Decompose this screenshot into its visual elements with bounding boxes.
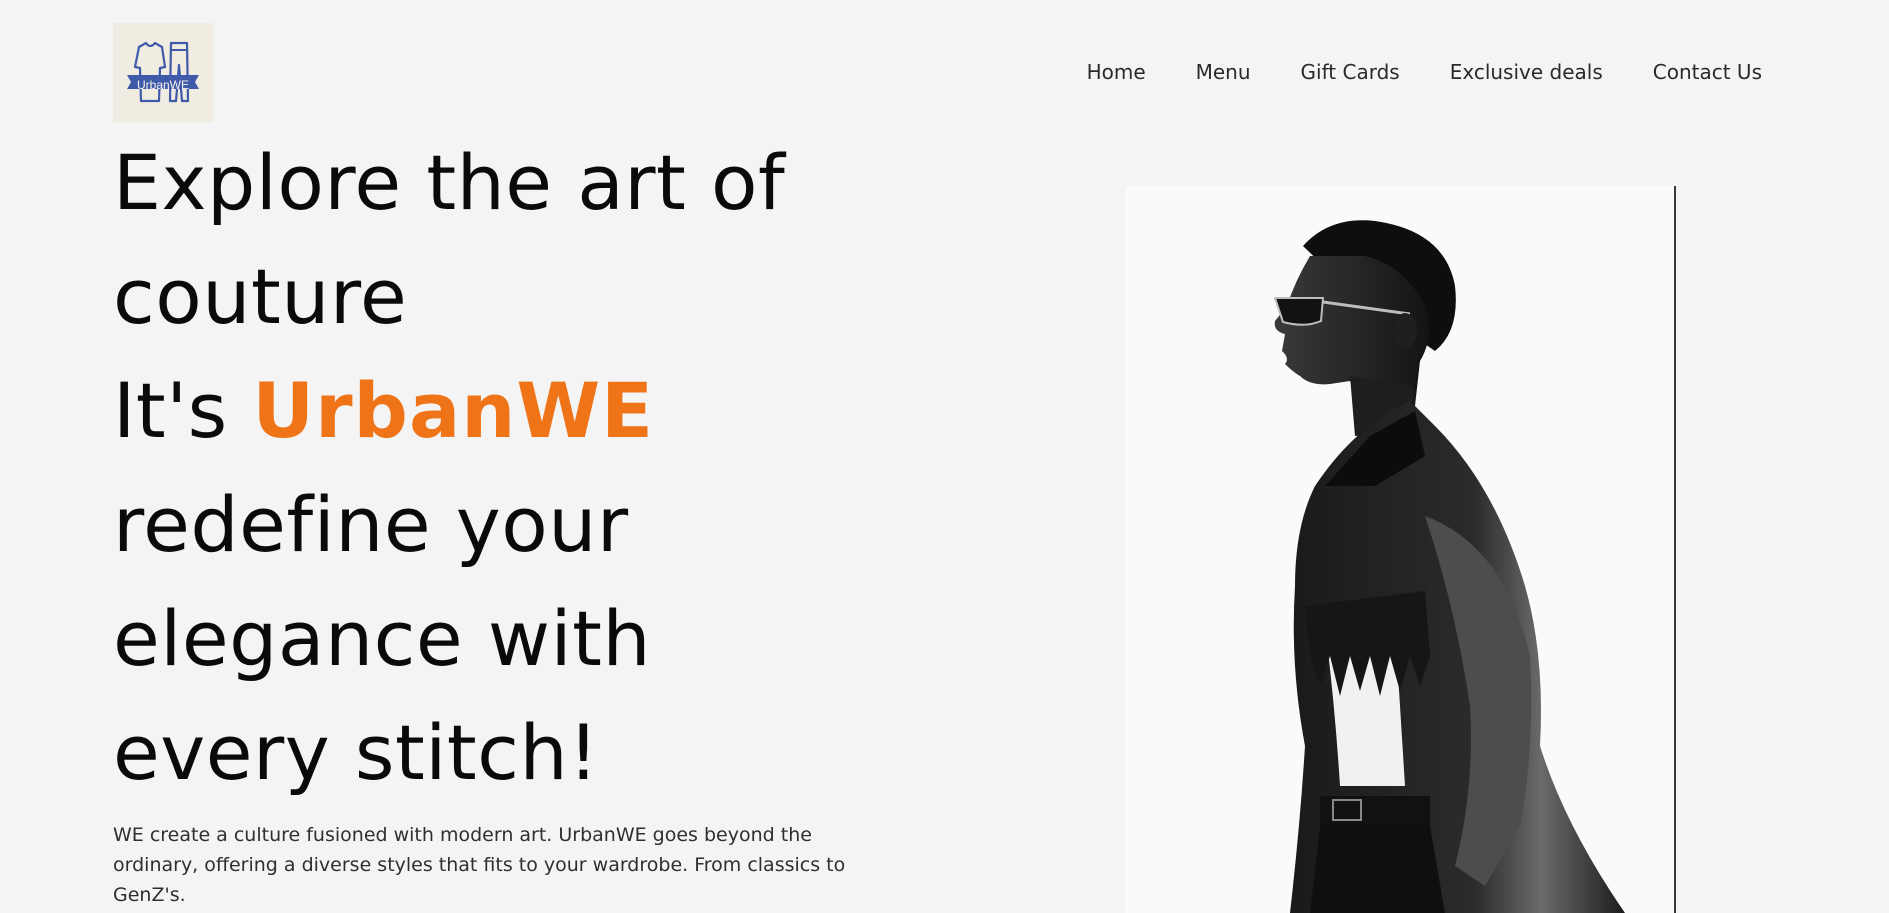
hero-line-4: redefine your (113, 480, 629, 569)
hero-line-1: Explore the art of (113, 138, 786, 227)
model-photo (1125, 186, 1676, 913)
hero-line-6: every stitch! (113, 708, 600, 797)
nav-home[interactable]: Home (1087, 58, 1146, 86)
hero-brand-name: UrbanWE (252, 366, 655, 455)
hero-headline: Explore the art of couture It's UrbanWE … (113, 126, 873, 810)
nav-exclusive-deals[interactable]: Exclusive deals (1450, 58, 1603, 86)
nav-menu[interactable]: Menu (1196, 58, 1251, 86)
hero-line-3-prefix: It's (113, 366, 253, 455)
nav-gift-cards[interactable]: Gift Cards (1301, 58, 1400, 86)
nav-contact-us[interactable]: Contact Us (1653, 58, 1762, 86)
hero-line-5: elegance with (113, 594, 652, 683)
landing-page: UrbanWE Home Menu Gift Cards Exclusive d… (0, 0, 1889, 913)
hero-description: WE create a culture fusioned with modern… (113, 824, 846, 906)
hero-line-3: It's UrbanWE (113, 354, 873, 468)
brand-logo[interactable]: UrbanWE (113, 23, 213, 122)
hero-line-2: couture (113, 252, 408, 341)
clothing-logo-icon (127, 41, 199, 103)
model-photo-icon (1125, 186, 1674, 913)
main-nav: Home Menu Gift Cards Exclusive deals Con… (1087, 58, 1762, 86)
